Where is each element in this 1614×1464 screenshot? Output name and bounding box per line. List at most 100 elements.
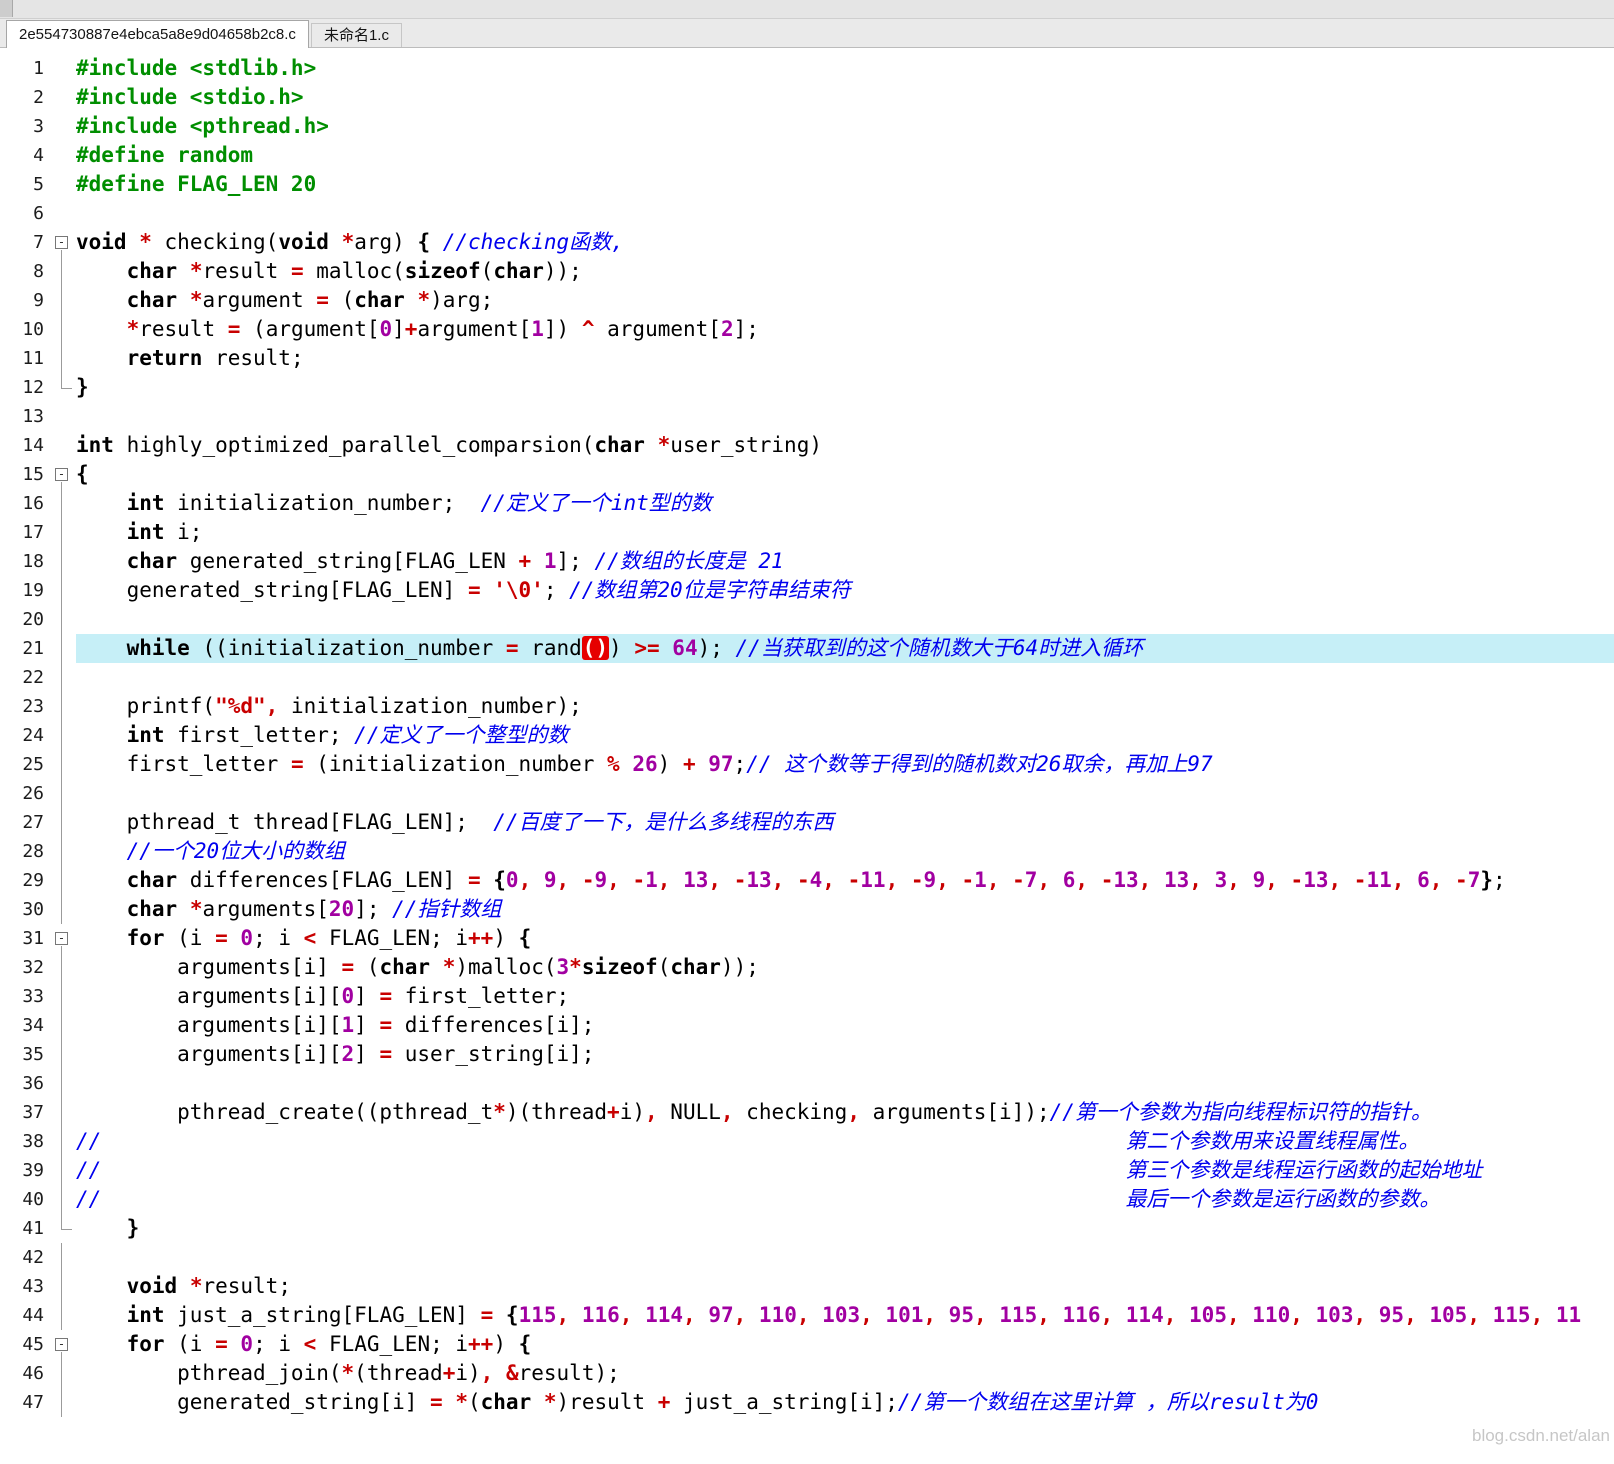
- line-number[interactable]: 10: [0, 315, 48, 344]
- code-text[interactable]: #include <stdio.h>: [76, 83, 1614, 112]
- line-number[interactable]: 28: [0, 837, 48, 866]
- code-text[interactable]: return result;: [76, 344, 1614, 373]
- fold-toggle-icon[interactable]: -: [55, 1338, 68, 1351]
- code-text[interactable]: first_letter = (initialization_number % …: [76, 750, 1614, 779]
- line-number[interactable]: 25: [0, 750, 48, 779]
- code-text[interactable]: char differences[FLAG_LEN] = {0, 9, -9, …: [76, 866, 1614, 895]
- line-number[interactable]: 38: [0, 1127, 48, 1156]
- line-number[interactable]: 33: [0, 982, 48, 1011]
- line-number[interactable]: 47: [0, 1388, 48, 1417]
- line-number[interactable]: 22: [0, 663, 48, 692]
- line-number[interactable]: 16: [0, 489, 48, 518]
- code-text[interactable]: int i;: [76, 518, 1614, 547]
- line-number[interactable]: 21: [0, 634, 48, 663]
- line-number[interactable]: 43: [0, 1272, 48, 1301]
- code-text[interactable]: void * checking(void *arg) { //checking函…: [76, 228, 1614, 257]
- tab-1[interactable]: 未命名1.c: [310, 23, 402, 47]
- code-text[interactable]: {: [76, 460, 1614, 489]
- code-text[interactable]: generated_string[FLAG_LEN] = '\0'; //数组第…: [76, 576, 1614, 605]
- line-number[interactable]: 13: [0, 402, 48, 431]
- line-number[interactable]: 36: [0, 1069, 48, 1098]
- code-text[interactable]: int initialization_number; //定义了一个int型的数: [76, 489, 1614, 518]
- code-editor[interactable]: 1 #include <stdlib.h> 2 #include <stdio.h> 3…: [0, 48, 1614, 1445]
- line-number[interactable]: 24: [0, 721, 48, 750]
- line-number[interactable]: 6: [0, 199, 48, 228]
- code-text[interactable]: [76, 199, 1614, 228]
- code-text[interactable]: pthread_join(*(thread+i), &result);: [76, 1359, 1614, 1388]
- line-number[interactable]: 37: [0, 1098, 48, 1127]
- code-text[interactable]: *result = (argument[0]+argument[1]) ^ ar…: [76, 315, 1614, 344]
- line-number[interactable]: 41: [0, 1214, 48, 1243]
- line-number[interactable]: 4: [0, 141, 48, 170]
- code-text[interactable]: while ((initialization_number = rand()) …: [76, 634, 1614, 663]
- code-text[interactable]: void *result;: [76, 1272, 1614, 1301]
- code-text[interactable]: generated_string[i] = *(char *)result + …: [76, 1388, 1614, 1417]
- line-number[interactable]: 17: [0, 518, 48, 547]
- code-text[interactable]: #define random: [76, 141, 1614, 170]
- code-text[interactable]: int just_a_string[FLAG_LEN] = {115, 116,…: [76, 1301, 1614, 1330]
- code-text[interactable]: int first_letter; //定义了一个整型的数: [76, 721, 1614, 750]
- code-text[interactable]: arguments[i][1] = differences[i];: [76, 1011, 1614, 1040]
- code-text[interactable]: // 最后一个参数是运行函数的参数。: [76, 1185, 1614, 1214]
- code-text[interactable]: char *arguments[20]; //指针数组: [76, 895, 1614, 924]
- line-number[interactable]: 7: [0, 228, 48, 257]
- line-number[interactable]: 35: [0, 1040, 48, 1069]
- code-text[interactable]: [76, 402, 1614, 431]
- line-number[interactable]: 2: [0, 83, 48, 112]
- line-number[interactable]: 29: [0, 866, 48, 895]
- code-text[interactable]: // 第二个参数用来设置线程属性。: [76, 1127, 1614, 1156]
- code-text[interactable]: [76, 1069, 1614, 1098]
- fold-toggle-icon[interactable]: -: [55, 932, 68, 945]
- line-number[interactable]: 30: [0, 895, 48, 924]
- code-text[interactable]: #include <stdlib.h>: [76, 54, 1614, 83]
- line-number[interactable]: 15: [0, 460, 48, 489]
- code-text[interactable]: for (i = 0; i < FLAG_LEN; i++) {: [76, 1330, 1614, 1359]
- line-number[interactable]: 19: [0, 576, 48, 605]
- code-text[interactable]: arguments[i][2] = user_string[i];: [76, 1040, 1614, 1069]
- line-number[interactable]: 14: [0, 431, 48, 460]
- code-text[interactable]: [76, 605, 1614, 634]
- code-text[interactable]: [76, 663, 1614, 692]
- line-number[interactable]: 11: [0, 344, 48, 373]
- code-text[interactable]: // 第三个参数是线程运行函数的起始地址: [76, 1156, 1614, 1185]
- code-text[interactable]: printf("%d", initialization_number);: [76, 692, 1614, 721]
- code-text[interactable]: #define FLAG_LEN 20: [76, 170, 1614, 199]
- code-text[interactable]: char *argument = (char *)arg;: [76, 286, 1614, 315]
- line-number[interactable]: 31: [0, 924, 48, 953]
- code-text[interactable]: }: [76, 1214, 1614, 1243]
- line-number[interactable]: 26: [0, 779, 48, 808]
- code-text[interactable]: arguments[i] = (char *)malloc(3*sizeof(c…: [76, 953, 1614, 982]
- line-number[interactable]: 39: [0, 1156, 48, 1185]
- code-text[interactable]: #include <pthread.h>: [76, 112, 1614, 141]
- line-number[interactable]: 42: [0, 1243, 48, 1272]
- fold-toggle-icon[interactable]: -: [55, 236, 68, 249]
- code-text[interactable]: char *result = malloc(sizeof(char));: [76, 257, 1614, 286]
- line-number[interactable]: 32: [0, 953, 48, 982]
- code-text[interactable]: char generated_string[FLAG_LEN + 1]; //数…: [76, 547, 1614, 576]
- tab-0[interactable]: 2e554730887e4ebca5a8e9d04658b2c8.c: [6, 20, 309, 48]
- code-text[interactable]: [76, 779, 1614, 808]
- line-number[interactable]: 5: [0, 170, 48, 199]
- line-number[interactable]: 45: [0, 1330, 48, 1359]
- line-number[interactable]: 8: [0, 257, 48, 286]
- line-number[interactable]: 27: [0, 808, 48, 837]
- code-text[interactable]: pthread_create((pthread_t*)(thread+i), N…: [76, 1098, 1614, 1127]
- line-number[interactable]: 12: [0, 373, 48, 402]
- code-text[interactable]: int highly_optimized_parallel_comparsion…: [76, 431, 1614, 460]
- line-number[interactable]: 18: [0, 547, 48, 576]
- code-text[interactable]: arguments[i][0] = first_letter;: [76, 982, 1614, 1011]
- line-number[interactable]: 46: [0, 1359, 48, 1388]
- code-text[interactable]: for (i = 0; i < FLAG_LEN; i++) {: [76, 924, 1614, 953]
- line-number[interactable]: 1: [0, 54, 48, 83]
- line-number[interactable]: 20: [0, 605, 48, 634]
- line-number[interactable]: 34: [0, 1011, 48, 1040]
- fold-toggle-icon[interactable]: -: [55, 468, 68, 481]
- line-number[interactable]: 44: [0, 1301, 48, 1330]
- code-text[interactable]: //一个20位大小的数组: [76, 837, 1614, 866]
- line-number[interactable]: 23: [0, 692, 48, 721]
- code-text[interactable]: [76, 1243, 1614, 1272]
- line-number[interactable]: 9: [0, 286, 48, 315]
- code-text[interactable]: }: [76, 373, 1614, 402]
- line-number[interactable]: 3: [0, 112, 48, 141]
- code-text[interactable]: pthread_t thread[FLAG_LEN]; //百度了一下，是什么多…: [76, 808, 1614, 837]
